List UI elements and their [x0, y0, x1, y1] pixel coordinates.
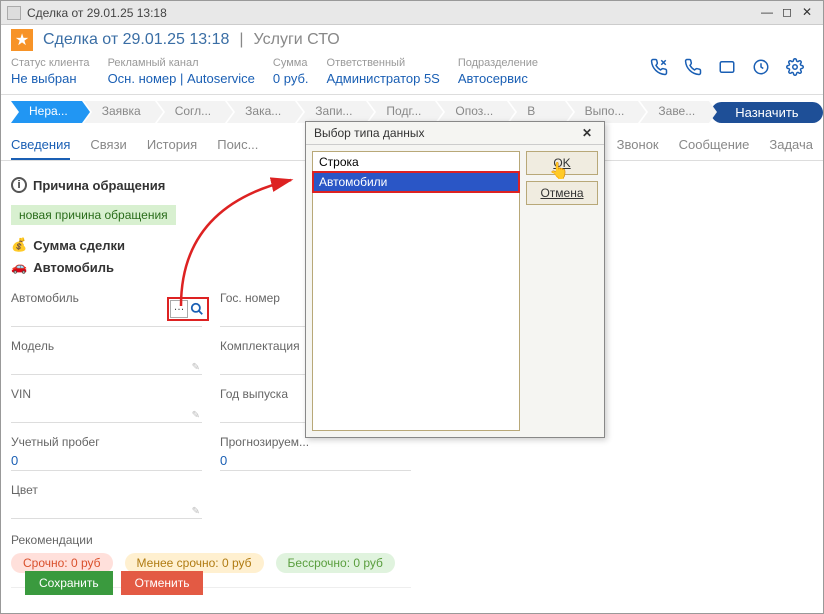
window-title: Сделка от 29.01.25 13:18 — [27, 6, 167, 20]
save-button[interactable]: Сохранить — [25, 571, 113, 595]
status-value[interactable]: Не выбран — [11, 71, 90, 86]
tab-call[interactable]: Звонок — [617, 137, 659, 160]
channel-label: Рекламный канал — [108, 57, 255, 69]
car-icon: 🚗 — [11, 259, 27, 275]
dialog-title: Выбор типа данных — [314, 126, 424, 140]
reason-title: Причина обращения — [33, 178, 165, 193]
stage-item[interactable]: Подг... — [368, 101, 435, 123]
dialog-close-button[interactable]: ✕ — [578, 126, 596, 140]
stage-item[interactable]: Опоз... — [437, 101, 507, 123]
header: ★ Сделка от 29.01.25 13:18 | Услуги СТО — [1, 25, 823, 55]
star-icon: ★ — [11, 29, 33, 51]
responsible-label: Ответственный — [327, 57, 440, 69]
cancel-button[interactable]: Отмена — [526, 181, 598, 205]
list-item-cars[interactable]: Автомобили — [313, 172, 519, 192]
reason-chip[interactable]: новая причина обращения — [11, 205, 176, 225]
stage-item[interactable]: Нера... — [11, 101, 82, 123]
browse-button[interactable]: … — [170, 300, 188, 318]
close-button[interactable]: ✕ — [797, 5, 817, 21]
field-label-model: Модель — [11, 339, 202, 353]
gear-icon[interactable] — [785, 57, 805, 77]
rec-less-urgent[interactable]: Менее срочно: 0 руб — [125, 553, 264, 573]
app-icon — [7, 6, 21, 20]
separator: | — [239, 31, 243, 49]
car-section-title: Автомобиль — [33, 260, 114, 275]
sum-value[interactable]: 0 руб. — [273, 71, 309, 86]
tab-search[interactable]: Поис... — [217, 137, 258, 160]
rec-urgent[interactable]: Срочно: 0 руб — [11, 553, 113, 573]
list-item-string[interactable]: Строка — [313, 152, 519, 172]
rec-no-deadline[interactable]: Бессрочно: 0 руб — [276, 553, 395, 573]
browse-controls: … — [167, 297, 209, 321]
type-selection-dialog: Выбор типа данных ✕ Строка Автомобили OK… — [305, 121, 605, 438]
status-label: Статус клиента — [11, 57, 90, 69]
field-label-mileage: Учетный пробег — [11, 435, 202, 449]
call-out-icon[interactable] — [649, 57, 669, 77]
recommendations-label: Рекомендации — [11, 533, 411, 547]
mileage-input[interactable] — [11, 451, 202, 471]
stage-item[interactable]: Заявка — [84, 101, 155, 123]
deal-subtitle: Услуги СТО — [254, 31, 340, 49]
info-icon: i — [11, 177, 27, 193]
tab-task[interactable]: Задача — [769, 137, 813, 160]
prognosis-input[interactable] — [220, 451, 411, 471]
search-icon[interactable] — [188, 300, 206, 318]
vin-input[interactable] — [11, 403, 202, 423]
stage-item[interactable]: Зака... — [227, 101, 295, 123]
info-bar: Статус клиента Не выбран Рекламный канал… — [1, 55, 823, 95]
titlebar: Сделка от 29.01.25 13:18 — ◻ ✕ — [1, 1, 823, 25]
tab-message[interactable]: Сообщение — [679, 137, 750, 160]
tab-links[interactable]: Связи — [90, 137, 126, 160]
minimize-button[interactable]: — — [757, 5, 777, 21]
department-value[interactable]: Автосервис — [458, 71, 538, 86]
channel-value[interactable]: Осн. номер | Autoservice — [108, 71, 255, 86]
message-icon[interactable] — [717, 57, 737, 77]
stage-item[interactable]: В ра... — [509, 101, 564, 123]
responsible-value[interactable]: Администратор 5S — [327, 71, 440, 86]
money-icon: 💰 — [11, 237, 27, 253]
color-input[interactable] — [11, 499, 202, 519]
pencil-icon: ✎ — [192, 410, 200, 421]
deal-title: Сделка от 29.01.25 13:18 — [43, 31, 229, 49]
call-in-icon[interactable] — [683, 57, 703, 77]
tab-details[interactable]: Сведения — [11, 137, 70, 160]
sum-label: Сумма — [273, 57, 309, 69]
pencil-icon: ✎ — [192, 506, 200, 517]
field-label-color: Цвет — [11, 483, 202, 497]
pencil-icon: ✎ — [192, 362, 200, 373]
stage-item[interactable]: Заве... — [640, 101, 709, 123]
cancel-button[interactable]: Отменить — [121, 571, 204, 595]
tab-history[interactable]: История — [147, 137, 197, 160]
stage-item[interactable]: Запи... — [297, 101, 366, 123]
sum-section-title: Сумма сделки — [33, 238, 125, 253]
type-listbox[interactable]: Строка Автомобили — [312, 151, 520, 431]
department-label: Подразделение — [458, 57, 538, 69]
assign-button[interactable]: Назначить — [711, 102, 822, 123]
ok-button[interactable]: OK — [526, 151, 598, 175]
stage-item[interactable]: Согл... — [157, 101, 225, 123]
clock-icon[interactable] — [751, 57, 771, 77]
model-input[interactable] — [11, 355, 202, 375]
field-label-vin: VIN — [11, 387, 202, 401]
stage-item[interactable]: Выпо... — [567, 101, 639, 123]
maximize-button[interactable]: ◻ — [777, 5, 797, 21]
